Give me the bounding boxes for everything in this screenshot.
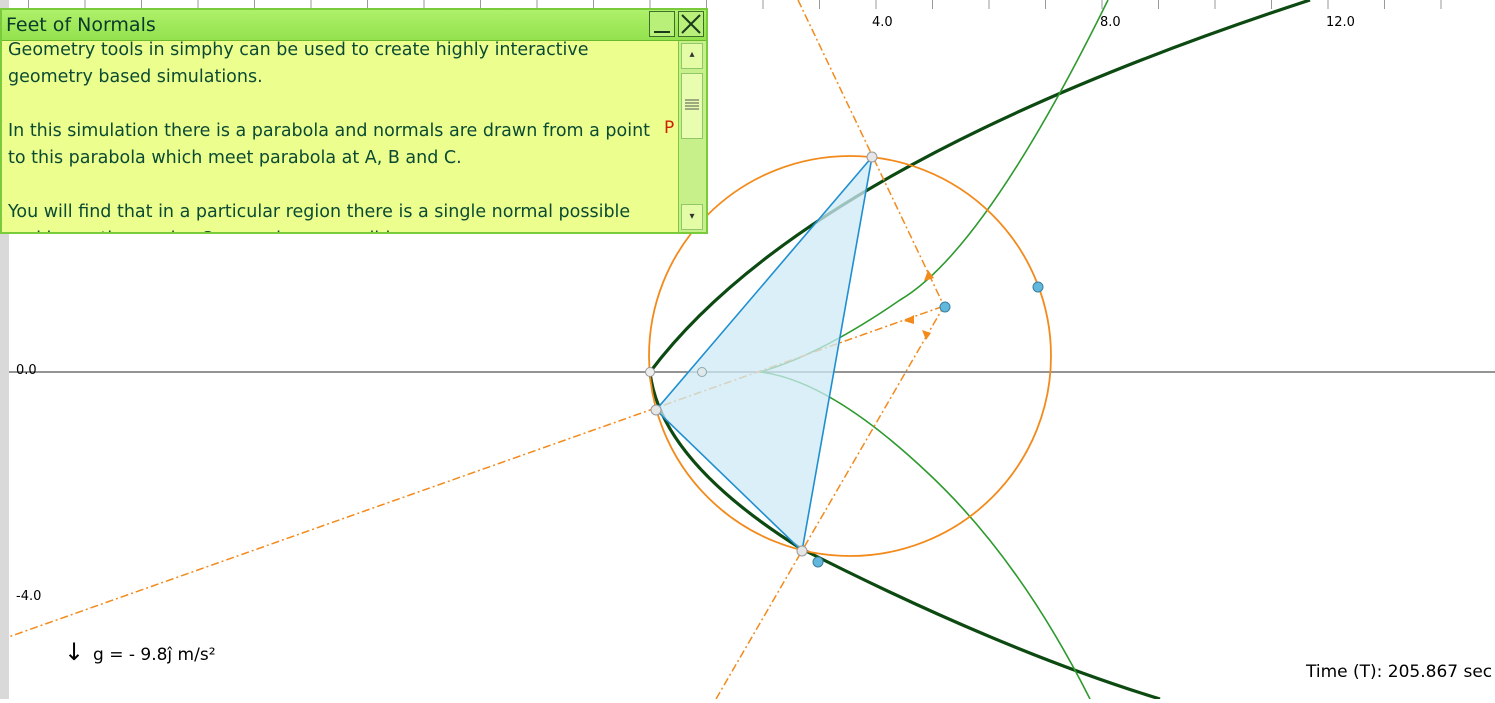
x-tick-label-12: 12.0 bbox=[1326, 15, 1355, 30]
scroll-down-button[interactable]: ▾ bbox=[681, 204, 703, 230]
scroll-thumb[interactable] bbox=[681, 73, 703, 139]
geometry-canvas[interactable]: 4.0 8.0 12.0 0.0 -4.0 Feet of Normals Ge… bbox=[0, 0, 1495, 701]
point-vertex[interactable] bbox=[645, 367, 655, 377]
scroll-up-icon: ▴ bbox=[689, 49, 695, 60]
point-c[interactable] bbox=[796, 545, 808, 557]
panel-title: Feet of Normals bbox=[6, 14, 156, 36]
minimize-icon bbox=[654, 31, 670, 33]
point-a[interactable] bbox=[866, 151, 878, 163]
x-tick-label-4: 4.0 bbox=[872, 15, 893, 30]
scroll-down-icon: ▾ bbox=[689, 211, 695, 222]
scroll-up-button[interactable]: ▴ bbox=[681, 43, 703, 69]
minimize-button[interactable] bbox=[649, 11, 675, 37]
close-icon bbox=[681, 14, 701, 34]
info-panel[interactable]: Feet of Normals Geometry tools in simphy… bbox=[0, 8, 708, 234]
normal-arrow-c bbox=[922, 330, 931, 340]
panel-description: Geometry tools in simphy can be used to … bbox=[8, 41, 651, 232]
y-tick-label-0: 0.0 bbox=[16, 363, 37, 378]
point-focus[interactable] bbox=[697, 367, 707, 377]
down-arrow-icon: ↓ bbox=[64, 638, 85, 666]
x-tick-label-8: 8.0 bbox=[1100, 15, 1121, 30]
y-tick-label-neg4: -4.0 bbox=[16, 589, 42, 604]
close-button[interactable] bbox=[678, 11, 704, 37]
grip-icon bbox=[685, 99, 699, 110]
panel-title-bar[interactable]: Feet of Normals bbox=[2, 10, 706, 41]
panel-marker: P bbox=[664, 118, 675, 138]
point-p[interactable] bbox=[939, 301, 951, 313]
point-circle-handle[interactable] bbox=[1032, 281, 1044, 293]
point-slider[interactable] bbox=[812, 556, 824, 568]
panel-text-area[interactable]: Geometry tools in simphy can be used to … bbox=[2, 41, 678, 232]
gravity-readout: g = - 9.8ĵ m/s² bbox=[93, 645, 216, 665]
time-readout: Time (T): 205.867 sec bbox=[1306, 662, 1493, 682]
point-b[interactable] bbox=[650, 404, 662, 416]
panel-scrollbar[interactable]: ▴ ▾ bbox=[678, 41, 706, 232]
